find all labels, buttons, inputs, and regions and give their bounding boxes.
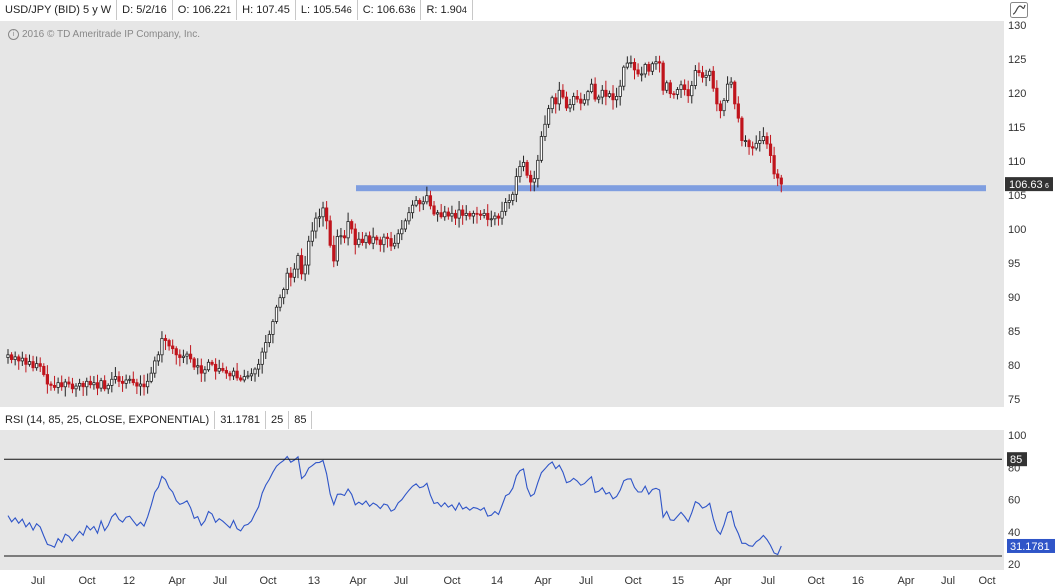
price-axis-tick: 120 [1008,88,1026,100]
range-label: R: 1.904 [421,0,473,20]
x-axis-tick: Oct [78,575,95,586]
rsi-low-level-label: 25 [266,411,290,429]
rsi-axis-tick: 40 [1008,527,1020,539]
x-axis-tick: Oct [259,575,276,586]
price-axis-tick: 90 [1008,292,1020,304]
copyright-label: i 2016 © TD Ameritrade IP Company, Inc. [8,29,200,40]
last-price-text: 106.63 [1009,179,1043,191]
price-axis-tick: 115 [1008,122,1026,134]
price-axis-tick: 105 [1008,190,1026,202]
price-axis-tick: 100 [1008,224,1026,236]
rsi-study-label[interactable]: RSI (14, 85, 25, CLOSE, EXPONENTIAL) [0,411,216,429]
rsi-chart-panel [0,430,1004,570]
price-axis-tick: 85 [1008,326,1020,338]
symbol-label[interactable]: USD/JPY (BID) 5 y W [0,0,118,20]
rsi-header: RSI (14, 85, 25, CLOSE, EXPONENTIAL) 31.… [0,411,313,429]
price-axis-tick: 95 [1008,258,1020,270]
x-axis-tick: Oct [807,575,824,586]
x-axis-tick: 16 [852,575,864,586]
x-axis-tick: 14 [491,575,503,586]
rsi-axis-tick: 60 [1008,495,1020,507]
quote-header: USD/JPY (BID) 5 y W D: 5/2/16 O: 106.221… [0,0,473,20]
close-label: C: 106.636 [358,0,422,20]
rsi-value-tag [1007,538,1055,553]
x-axis-tick: Apr [534,575,551,586]
price-axis-tick: 110 [1008,156,1026,168]
x-axis-tick: 12 [123,575,135,586]
open-label: O: 106.221 [173,0,238,20]
price-chart-panel [0,21,1004,407]
x-axis-tick: 15 [672,575,684,586]
x-axis-tick: Apr [714,575,731,586]
rsi-value-label: 31.1781 [215,411,266,429]
x-axis-tick: Jul [579,575,593,586]
price-axis-tick: 125 [1008,54,1026,66]
date-label: D: 5/2/16 [117,0,173,20]
x-axis-tick: Apr [897,575,914,586]
rsi-level-tag [1007,452,1027,467]
x-axis-tick: Jul [31,575,45,586]
last-price-tag [1005,177,1053,192]
x-axis-tick: Oct [624,575,641,586]
rsi-axis-tick: 20 [1008,559,1020,571]
x-axis-tick: Jul [213,575,227,586]
price-axis-tick: 80 [1008,360,1020,372]
x-axis-tick: Jul [394,575,408,586]
x-axis-tick: Apr [349,575,366,586]
low-label: L: 105.546 [296,0,358,20]
high-label: H: 107.45 [237,0,296,20]
x-axis-tick: Oct [443,575,460,586]
x-axis-tick: 13 [308,575,320,586]
drawing-tool-icon[interactable] [1010,2,1028,18]
rsi-axis-tick: 80 [1008,462,1020,474]
x-axis-tick: Jul [941,575,955,586]
x-axis-tick: Apr [168,575,185,586]
rsi-value-text: 31.1781 [1010,541,1050,553]
x-axis-tick: Oct [978,575,995,586]
price-axis-tick: 75 [1008,394,1020,406]
rsi-axis-tick: 100 [1008,430,1026,442]
copyright-icon: i [8,29,19,40]
price-axis-tick: 130 [1008,20,1026,32]
rsi-high-level-label: 85 [289,411,313,429]
rsi-level-text: 85 [1010,454,1022,466]
last-price-subscript: 6 [1045,183,1049,190]
x-axis-tick: Jul [761,575,775,586]
